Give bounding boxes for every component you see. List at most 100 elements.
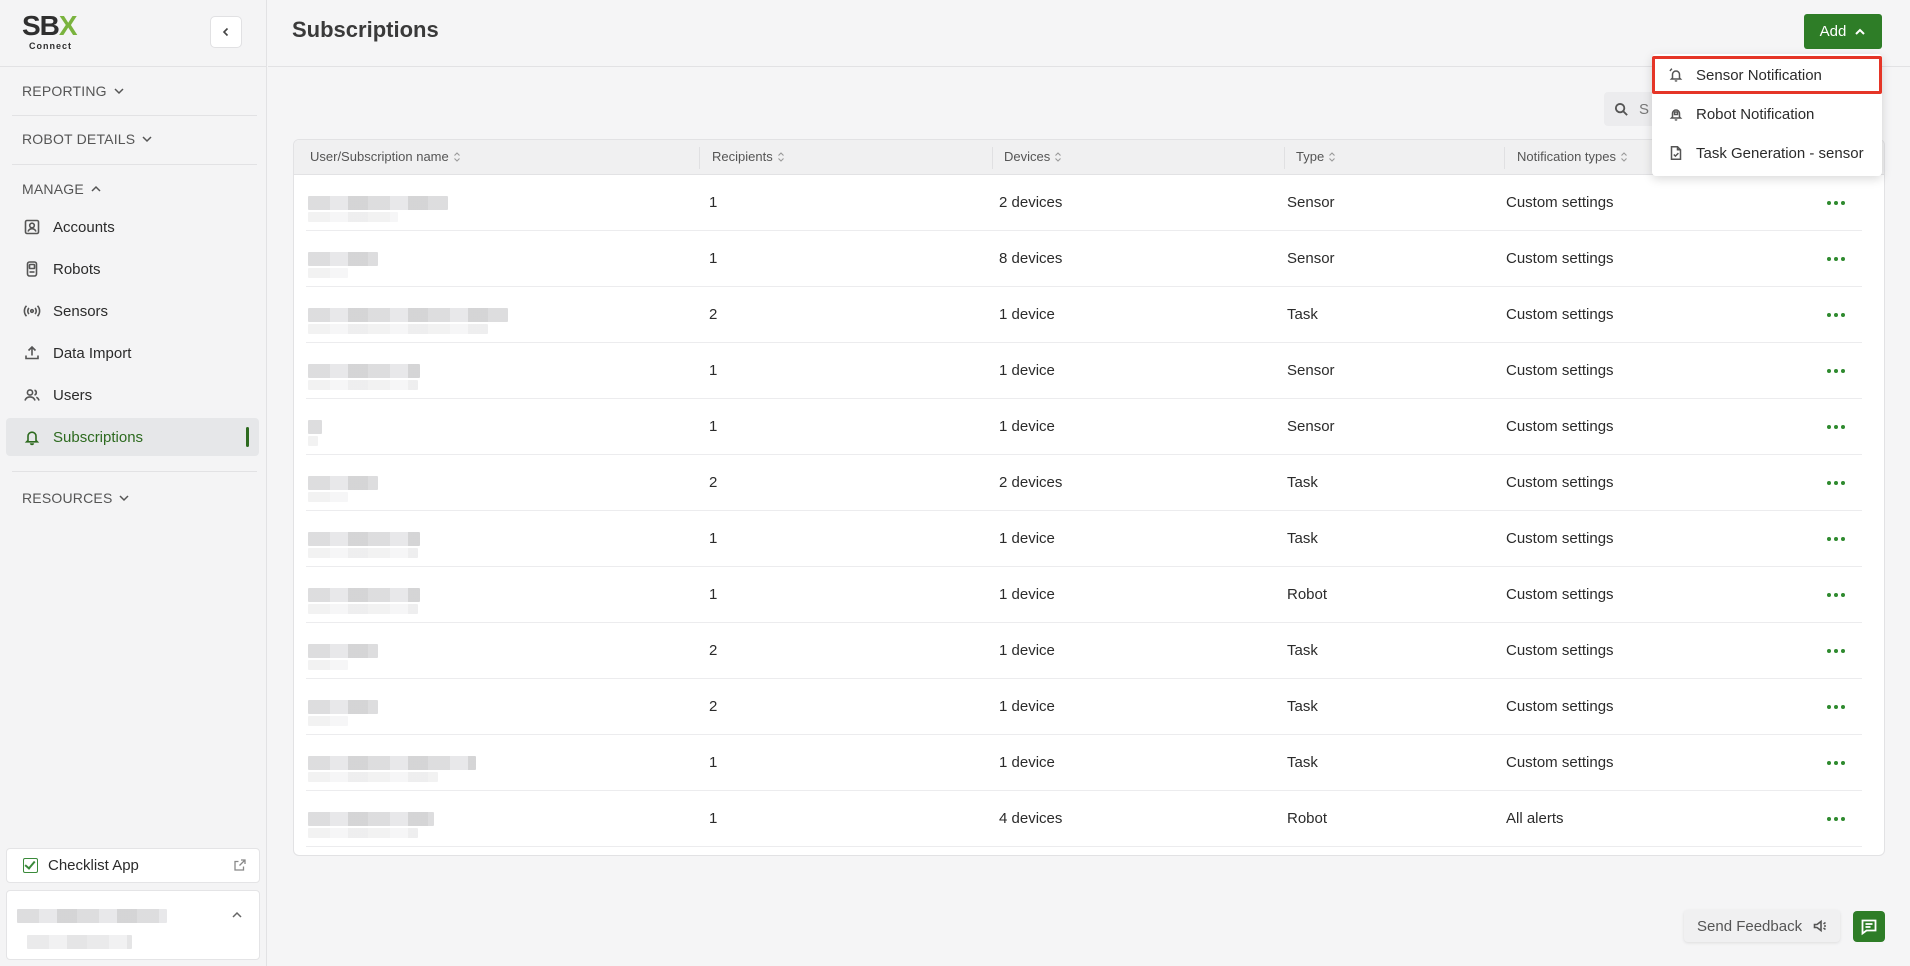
user-profile-card[interactable] [6,890,260,960]
menu-item-sensor-notification[interactable]: Sensor Notification [1652,56,1882,94]
row-actions-menu-icon[interactable] [1823,697,1849,717]
table-row[interactable]: 1 4 devices Robot All alerts [294,791,1884,847]
row-actions-menu-icon[interactable] [1823,585,1849,605]
column-header-name[interactable]: User/Subscription name [310,149,461,164]
table-row[interactable]: 2 1 device Task Custom settings [294,623,1884,679]
column-label: User/Subscription name [310,149,449,164]
type-cell: Sensor [1287,362,1335,379]
chevron-down-icon [142,136,152,143]
section-resources-label: RESOURCES [22,490,113,506]
sidebar-item-data-import[interactable]: Data Import [6,334,259,372]
type-cell: Sensor [1287,418,1335,435]
menu-item-label: Robot Notification [1696,105,1815,123]
recipients-cell: 2 [709,306,718,323]
row-actions-menu-icon[interactable] [1823,193,1849,213]
column-header-devices[interactable]: Devices [1004,149,1062,164]
table-row[interactable]: 1 1 device Sensor Custom settings [294,399,1884,455]
row-actions-menu-icon[interactable] [1823,809,1849,829]
sort-icon [453,151,460,162]
row-actions-menu-icon[interactable] [1823,361,1849,381]
menu-item-label: Task Generation - sensor [1696,144,1864,162]
upload-icon [25,345,39,360]
redacted-subscription-name [308,588,420,602]
section-robot-details[interactable]: ROBOT DETAILS [22,131,153,147]
type-cell: Robot [1287,586,1328,603]
column-separator [1284,147,1285,169]
row-actions-menu-icon[interactable] [1823,417,1849,437]
table-row[interactable]: 1 1 device Task Custom settings [294,735,1884,791]
section-reporting-label: REPORTING [22,83,107,99]
type-cell: Task [1287,754,1318,771]
devices-cell: 2 devices [999,194,1063,211]
table-row[interactable]: 2 1 device Task Custom settings [294,287,1884,343]
devices-cell: 1 device [999,530,1055,547]
redacted-subscription-detail [308,548,418,558]
column-header-notification-types[interactable]: Notification types [1517,149,1628,164]
table-row[interactable]: 1 1 device Sensor Custom settings [294,343,1884,399]
type-cell: Task [1287,474,1318,491]
table-row[interactable]: 2 1 device Task Custom settings [294,679,1884,735]
row-actions-menu-icon[interactable] [1823,529,1849,549]
chat-button[interactable] [1853,911,1885,942]
devices-cell: 1 device [999,418,1055,435]
redacted-subscription-name [308,364,420,378]
redacted-subscription-name [308,252,378,266]
chevron-up-icon [1855,28,1866,35]
type-cell: Sensor [1287,194,1335,211]
section-resources[interactable]: RESOURCES [22,490,130,506]
row-actions-menu-icon[interactable] [1823,753,1849,773]
task-doc-icon [1670,146,1682,160]
sidebar-item-subscriptions[interactable]: Subscriptions [6,418,259,456]
type-cell: Sensor [1287,250,1335,267]
redacted-subscription-name [308,196,448,210]
row-actions-menu-icon[interactable] [1823,249,1849,269]
table-row[interactable]: 2 2 devices Task Custom settings [294,455,1884,511]
collapse-sidebar-button[interactable] [210,16,242,48]
row-actions-menu-icon[interactable] [1823,305,1849,325]
checklist-app-link[interactable]: Checklist App [6,848,260,883]
recipients-cell: 2 [709,642,718,659]
active-indicator [246,427,249,447]
sidebar-item-users[interactable]: Users [6,376,259,414]
add-button[interactable]: Add [1804,14,1882,49]
column-header-recipients[interactable]: Recipients [712,149,785,164]
send-feedback-label: Send Feedback [1697,917,1803,935]
send-feedback-button[interactable]: Send Feedback [1684,910,1840,942]
section-reporting[interactable]: REPORTING [22,83,125,99]
redacted-user-name [17,909,167,923]
column-header-type[interactable]: Type [1296,149,1336,164]
sidebar-divider [0,66,266,67]
accounts-icon [24,219,40,235]
devices-cell: 1 device [999,586,1055,603]
chat-icon [1861,919,1877,935]
row-actions-menu-icon[interactable] [1823,473,1849,493]
sidebar-item-accounts[interactable]: Accounts [6,208,259,246]
menu-item-task-generation-sensor[interactable]: Task Generation - sensor [1652,134,1882,172]
recipients-cell: 1 [709,530,718,547]
sidebar-item-label: Robots [53,260,101,278]
section-manage[interactable]: MANAGE [22,181,102,197]
sbx-connect-logo[interactable]: SBX Connect [22,12,92,52]
robot-icon [26,261,38,277]
row-actions-menu-icon[interactable] [1823,641,1849,661]
sidebar-item-label: Subscriptions [53,428,144,446]
column-label: Recipients [712,149,773,164]
sidebar-item-sensors[interactable]: Sensors [6,292,259,330]
table-header: User/Subscription name Recipients Device… [294,140,1884,175]
search-icon [1614,102,1628,116]
table-row[interactable]: 1 2 devices Sensor Custom settings [294,175,1884,231]
sort-icon [1621,151,1627,162]
recipients-cell: 1 [709,586,718,603]
sidebar-item-robots[interactable]: Robots [6,250,259,288]
sidebar-item-label: Accounts [53,218,115,236]
column-label: Devices [1004,149,1051,164]
table-row[interactable]: 1 1 device Task Custom settings [294,511,1884,567]
checklist-app-label: Checklist App [48,857,139,874]
subscriptions-table: User/Subscription name Recipients Device… [293,139,1885,856]
table-row[interactable]: 1 1 device Robot Custom settings [294,567,1884,623]
menu-item-label: Sensor Notification [1696,66,1822,84]
menu-item-robot-notification[interactable]: Robot Notification [1652,95,1882,133]
devices-cell: 1 device [999,306,1055,323]
table-row[interactable]: 1 8 devices Sensor Custom settings [294,231,1884,287]
column-separator [1504,147,1505,169]
